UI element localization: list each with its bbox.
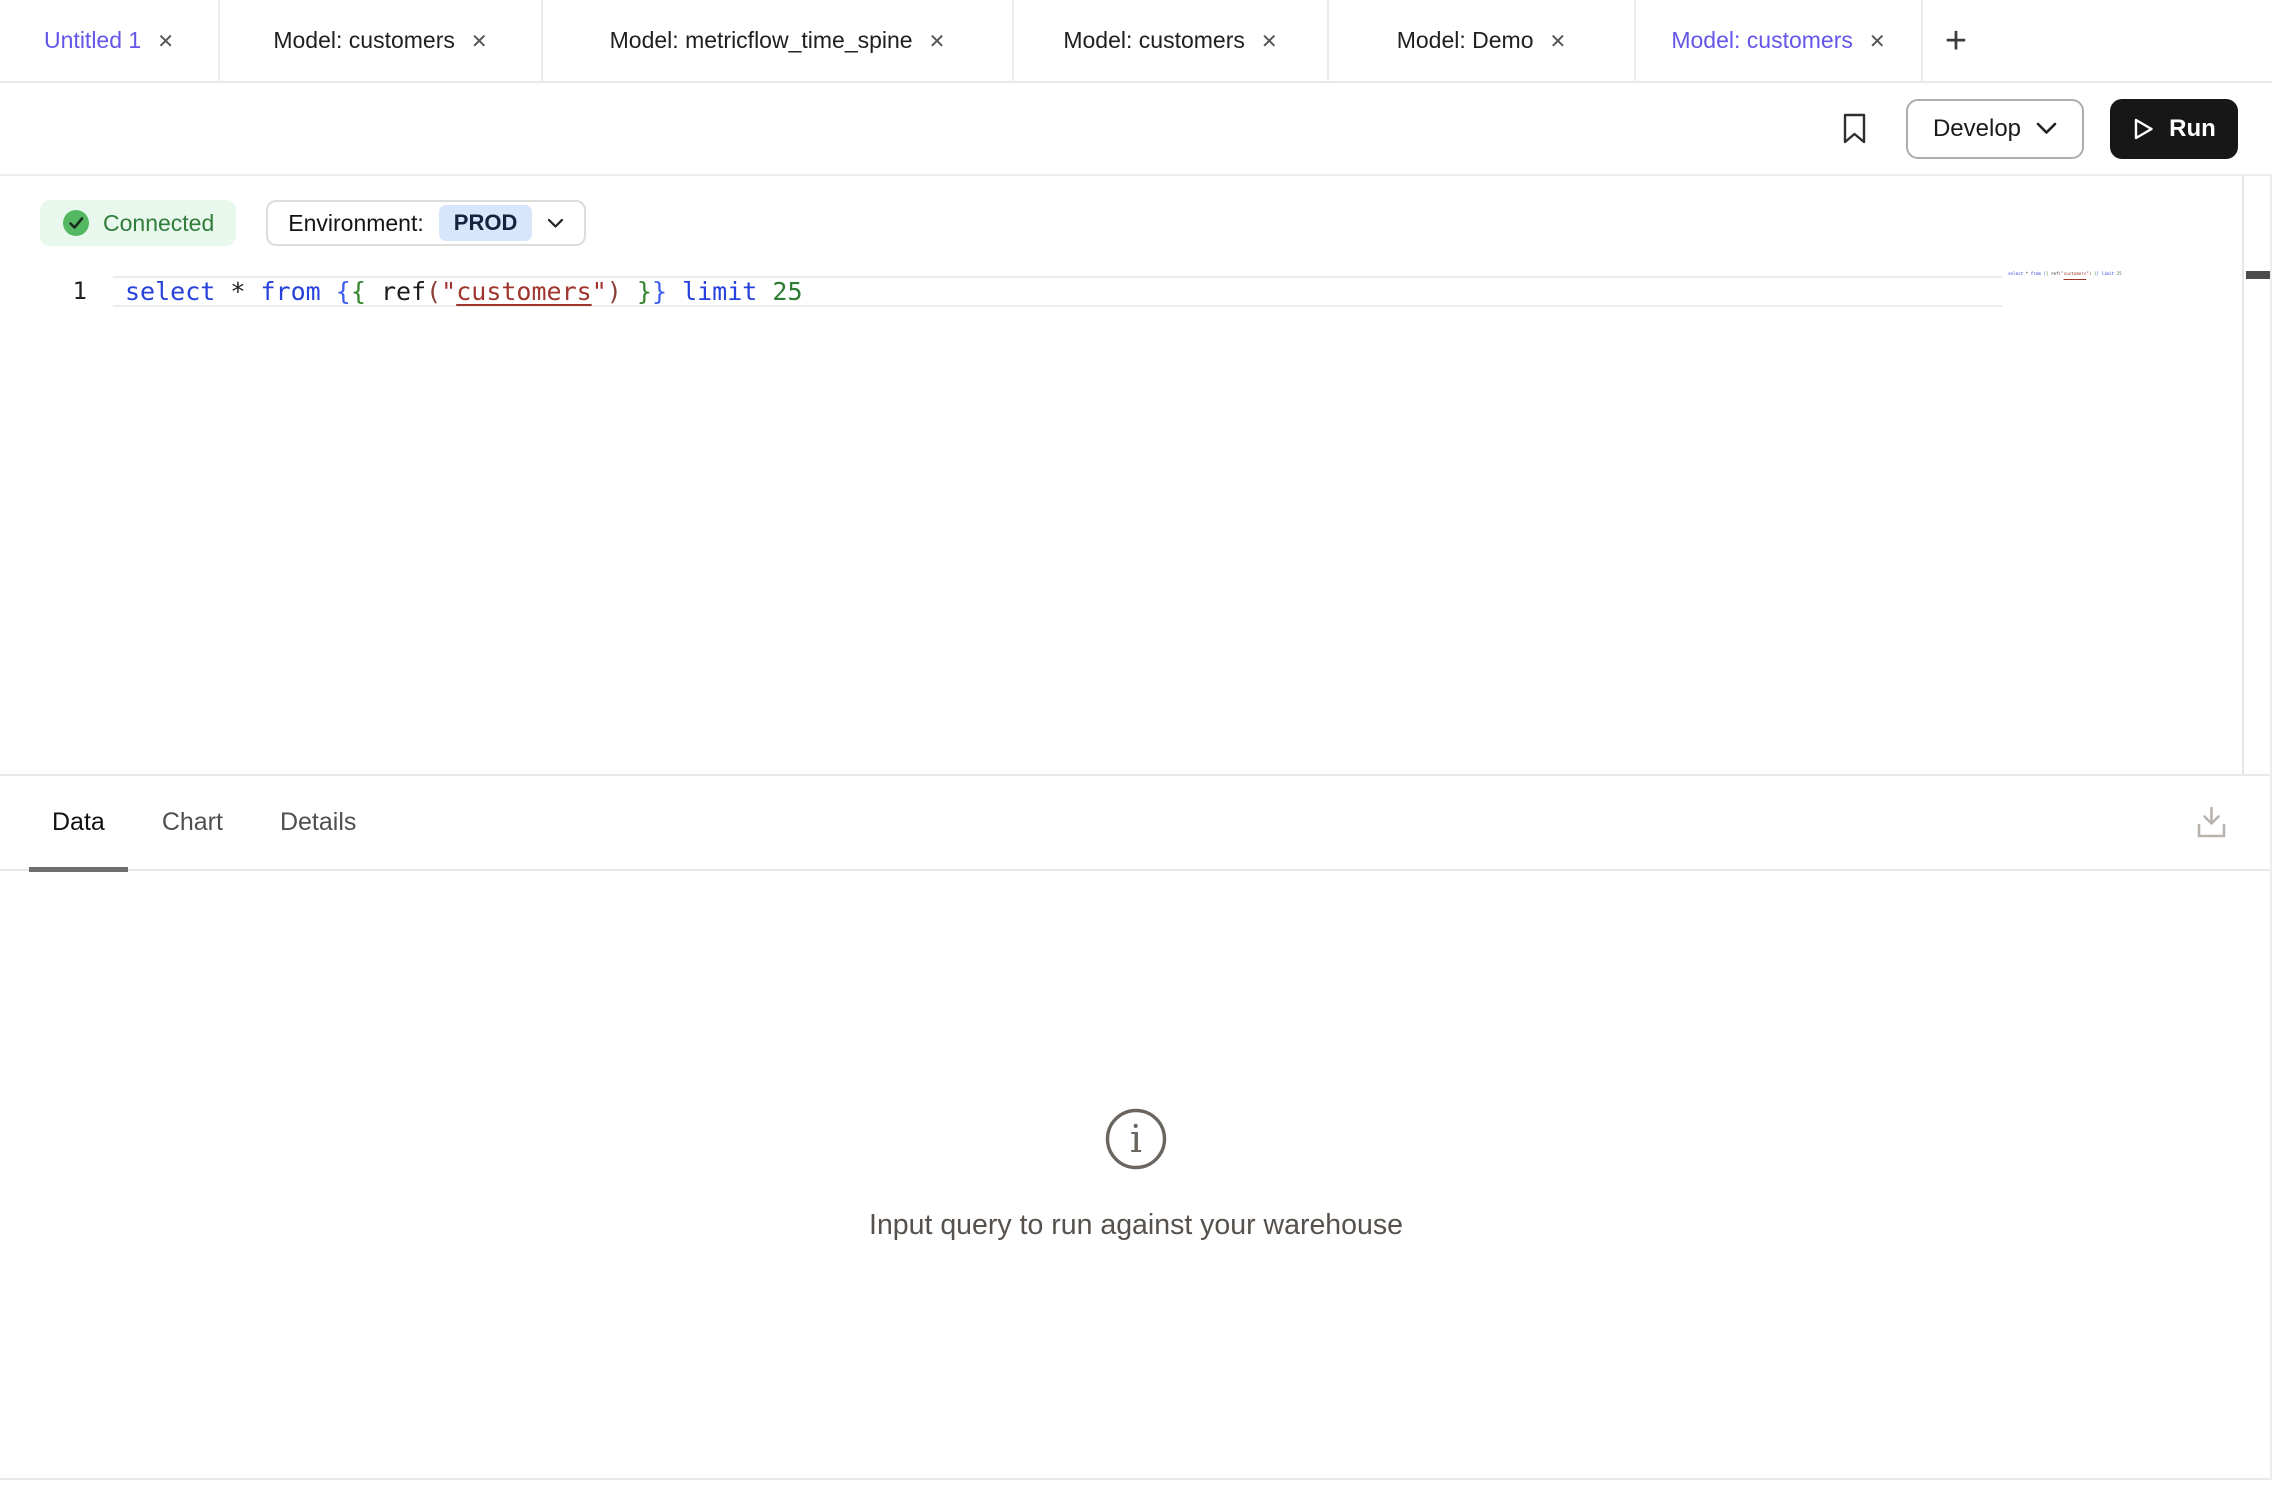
run-button[interactable]: Run [2110,99,2238,159]
tab-close-icon[interactable]: ✕ [1550,31,1567,51]
toolbar: Develop Run [0,83,2272,176]
results-tab-details[interactable]: Details [280,775,356,870]
tab[interactable]: Untitled 1 ✕ [0,0,220,81]
environment-label: Environment: [288,210,424,237]
editor-scrollbar-track[interactable] [2242,176,2272,774]
play-icon [2132,117,2155,141]
check-circle-icon [62,209,90,237]
tab-bar: Untitled 1✕Model: customers✕Model: metri… [0,0,2272,83]
editor-minimap: select * from {{ ref("customers") }} lim… [2008,268,2158,280]
run-button-label: Run [2169,115,2216,143]
develop-button[interactable]: Develop [1906,99,2084,159]
results-pane: Data Chart Details i Input query to run ag… [0,776,2272,1480]
tab-close-icon[interactable]: ✕ [157,31,174,51]
results-empty-message: Input query to run against your warehous… [869,1209,1403,1242]
code-editor[interactable]: 1 select * from {{ ref("customers") }} l… [0,276,2272,307]
editor-scrollbar-thumb[interactable] [2246,271,2272,279]
tab-close-icon[interactable]: ✕ [471,31,488,51]
connection-status-label: Connected [103,210,214,237]
tab-label: Model: Demo [1397,27,1534,54]
download-icon [2193,804,2230,842]
editor-status-row: Connected Environment: PROD [40,200,586,246]
results-tab-chart[interactable]: Chart [162,775,223,870]
results-empty-state: i Input query to run against your wareho… [0,871,2272,1478]
bookmark-button[interactable] [1841,112,1868,145]
app-window: Untitled 1✕Model: customers✕Model: metri… [0,0,2272,1486]
develop-button-label: Develop [1933,115,2021,143]
tab[interactable]: Model: customers ✕ [1636,0,1923,81]
tab-close-icon[interactable]: ✕ [1261,31,1278,51]
connection-status-badge: Connected [40,200,236,246]
environment-value-badge: PROD [439,205,533,241]
tab-label: Untitled 1 [44,27,141,54]
bookmark-icon [1841,112,1868,145]
tab-label: Model: customers [1063,27,1245,54]
environment-selector[interactable]: Environment: PROD [266,200,586,246]
tab-close-icon[interactable]: ✕ [929,31,946,51]
download-button[interactable] [2193,804,2230,845]
tab[interactable]: Model: customers ✕ [220,0,543,81]
chevron-down-icon [2036,122,2057,135]
tab[interactable]: Model: metricflow_time_spine ✕ [543,0,1014,81]
tab-label: Model: metricflow_time_spine [610,27,913,54]
tab[interactable]: Model: customers ✕ [1014,0,1329,81]
tab-label: Model: customers [273,27,455,54]
chevron-down-icon [547,218,564,229]
code-line[interactable]: select * from {{ ref("customers") }} lim… [113,276,2002,307]
results-tab-bar: Data Chart Details [0,776,2272,871]
tab-label: Model: customers [1671,27,1853,54]
new-tab-button[interactable]: + [1923,0,1989,83]
results-tab-data[interactable]: Data [52,775,105,870]
tab[interactable]: Model: Demo ✕ [1329,0,1636,81]
info-icon: i [1104,1107,1168,1171]
tab-close-icon[interactable]: ✕ [1869,31,1886,51]
sql-editor-pane: Connected Environment: PROD 1 select * f… [0,176,2272,776]
svg-text:i: i [1130,1117,1142,1161]
editor-line-number: 1 [0,276,113,307]
